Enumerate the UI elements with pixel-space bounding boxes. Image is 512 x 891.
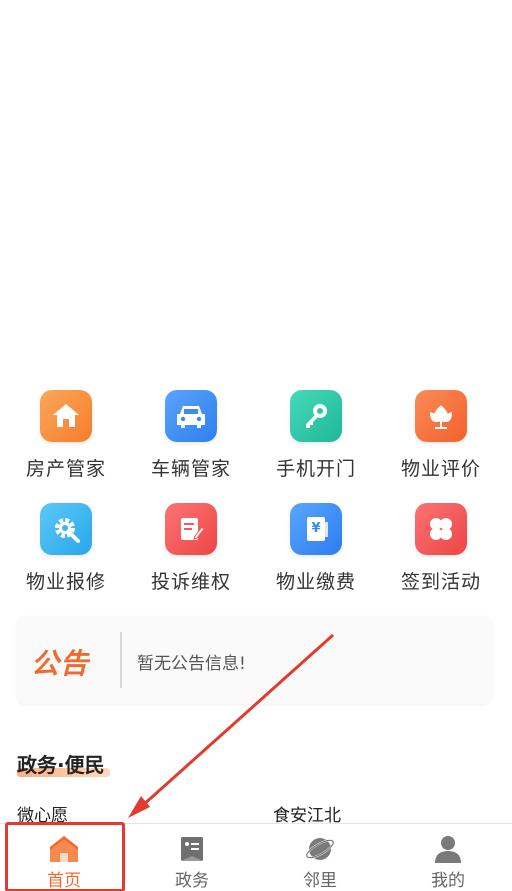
tab-home[interactable]: 首页 — [0, 824, 128, 891]
app-screen: 房产管家 车辆管家 手机开门 物业评价 物业报修 投诉维权 ¥ 物业缴费 签到活… — [0, 0, 512, 891]
gear-icon — [40, 503, 92, 555]
section-title: 政务·便民 — [17, 753, 105, 777]
tab-government[interactable]: 政务 — [128, 824, 256, 891]
service-label: 签到活动 — [400, 571, 481, 593]
notice-divider — [120, 632, 122, 688]
service-label: 物业评价 — [400, 458, 481, 480]
tab-label: 首页 — [47, 871, 81, 891]
notice-bar[interactable]: 公告 暂无公告信息! — [17, 616, 492, 704]
service-vehicle-manager[interactable]: 车辆管家 — [127, 390, 255, 490]
svg-text:¥: ¥ — [311, 521, 320, 536]
bottom-tab-bar: 首页 政务 邻里 我的 — [0, 823, 512, 891]
planet-icon — [305, 838, 335, 860]
service-label: 房产管家 — [25, 458, 106, 480]
service-property-rating[interactable]: 物业评价 — [377, 390, 505, 490]
banner-placeholder — [0, 0, 512, 380]
notice-tag: 公告 — [31, 647, 90, 680]
service-label: 投诉维权 — [150, 571, 231, 593]
service-label: 手机开门 — [275, 458, 356, 480]
service-property-payment[interactable]: ¥ 物业缴费 — [252, 503, 380, 603]
service-grid: 房产管家 车辆管家 手机开门 物业评价 物业报修 投诉维权 ¥ 物业缴费 签到活… — [0, 388, 512, 608]
service-label: 物业报修 — [25, 571, 106, 593]
government-icon — [181, 837, 203, 861]
notice-message: 暂无公告信息! — [137, 654, 246, 674]
service-label: 车辆管家 — [150, 458, 231, 480]
service-complaint[interactable]: 投诉维权 — [127, 503, 255, 603]
tab-label: 我的 — [431, 871, 465, 891]
tab-label: 邻里 — [303, 871, 337, 891]
service-mobile-door-open[interactable]: 手机开门 — [252, 390, 380, 490]
complaint-icon — [165, 503, 217, 555]
service-label: 物业缴费 — [275, 571, 356, 593]
key-icon — [290, 390, 342, 442]
payment-icon: ¥ — [290, 503, 342, 555]
tab-label: 政务 — [175, 871, 209, 891]
flower-icon — [415, 390, 467, 442]
service-property-repair[interactable]: 物业报修 — [2, 503, 130, 603]
service-checkin-activity[interactable]: 签到活动 — [377, 503, 505, 603]
home-icon — [50, 836, 78, 862]
house-icon — [40, 390, 92, 442]
user-icon — [435, 836, 461, 863]
car-icon — [165, 390, 217, 442]
service-house-manager[interactable]: 房产管家 — [2, 390, 130, 490]
tab-profile[interactable]: 我的 — [384, 824, 512, 891]
tab-neighborhood[interactable]: 邻里 — [256, 824, 384, 891]
clover-icon — [415, 503, 467, 555]
